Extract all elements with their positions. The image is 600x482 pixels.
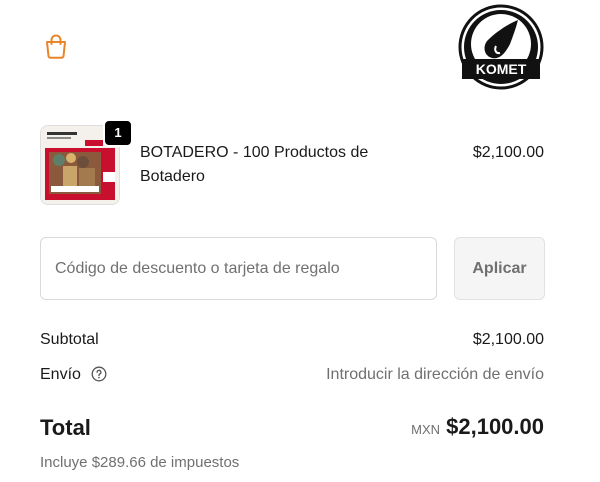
tax-note: Incluye $289.66 de impuestos (40, 454, 240, 471)
apply-discount-button[interactable]: Aplicar (454, 237, 545, 300)
shipping-row: Envío (40, 364, 107, 386)
shipping-label: Envío (40, 366, 81, 383)
product-price: $2,100.00 (472, 144, 544, 161)
total-label: Total (40, 415, 91, 440)
currency-code: MXN (411, 422, 440, 437)
shipping-value: Introducir la dirección de envío (326, 366, 544, 383)
subtotal-label: Subtotal (40, 331, 99, 348)
discount-code-input[interactable] (40, 237, 437, 300)
logo-text: KOMET (476, 61, 527, 77)
total-value: $2,100.00 (446, 414, 544, 439)
subtotal-value: $2,100.00 (472, 331, 544, 348)
komet-logo[interactable]: KOMET (458, 4, 544, 90)
question-circle-icon[interactable] (91, 366, 107, 382)
quantity-badge: 1 (103, 119, 133, 147)
shopping-bag-icon[interactable] (42, 32, 70, 60)
checkout-order-summary: KOMET 1 BOTADERO - 100 Productos de Bota… (0, 0, 600, 482)
product-title: BOTADERO - 100 Productos de Botadero (140, 144, 369, 185)
